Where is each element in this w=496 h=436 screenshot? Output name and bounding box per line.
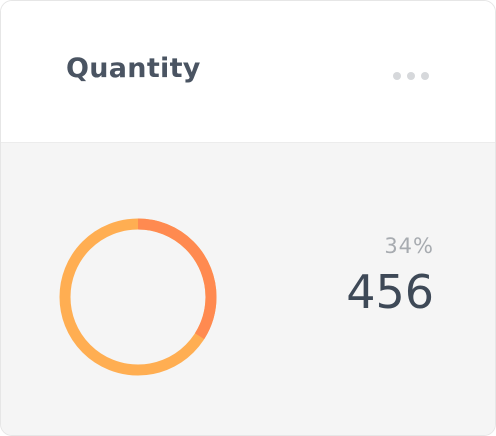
- more-horizontal-icon: [393, 72, 401, 80]
- quantity-value: 456: [346, 265, 434, 319]
- card-header: Quantity: [1, 1, 495, 143]
- more-horizontal-icon: [407, 72, 415, 80]
- quantity-widget-card: Quantity 34% 456: [0, 0, 496, 436]
- donut-chart: [59, 218, 217, 376]
- more-options-button[interactable]: [385, 61, 437, 91]
- more-horizontal-icon: [421, 72, 429, 80]
- percent-label: 34%: [384, 234, 434, 258]
- card-body: 34% 456: [1, 143, 495, 435]
- card-title: Quantity: [66, 53, 201, 84]
